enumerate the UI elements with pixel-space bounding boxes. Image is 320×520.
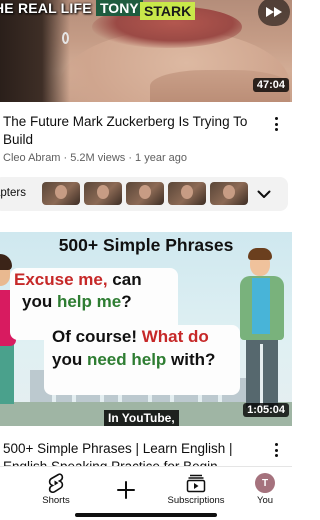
text-with: with? [166,350,216,369]
text-what-do: What do [141,327,209,346]
text-need-help: need help [86,350,167,369]
more-options-button[interactable] [268,440,284,460]
thumbnail-text-line-3: Of course! What do [52,327,209,347]
subscriptions-icon [186,474,206,493]
thumbnail-text-line-1: Excuse me, can [14,270,142,290]
text-help-me: help me [56,292,122,311]
video-duration-badge: 47:04 [252,78,289,92]
nav-shorts[interactable]: Shorts [38,467,74,520]
thumbnail-text-line-4: you need help with? [52,350,215,370]
chapter-thumbnail[interactable] [126,182,164,205]
bottom-navigation-bar: Shorts Subscriptions T You [0,466,292,520]
kebab-dot [274,128,278,131]
text-you-2: you [52,350,87,369]
nav-subscriptions-label: Subscriptions [167,495,225,506]
text-can: can [107,270,142,289]
thumbnail-caption-stark: STARK [140,2,196,20]
chapters-expand-button[interactable] [252,184,276,204]
home-indicator[interactable] [75,513,217,517]
character-left-hair [0,254,12,270]
character-right-shirt [252,278,270,334]
nav-shorts-label: Shorts [42,495,70,506]
avatar: T [255,473,275,493]
fast-forward-icon [266,7,282,17]
video-thumbnail-2[interactable]: 500+ Simple Phrases Excuse me, can you h… [0,232,292,426]
text-you: you [22,292,57,311]
chapter-thumbnail[interactable] [84,182,122,205]
video-thumbnail-1[interactable]: HE REAL LIFE TONY STARK 47:04 [0,0,292,102]
kebab-dot [274,443,278,446]
closed-caption: In YouTube, [104,410,179,426]
thumbnail-caption-tony: TONY [96,0,143,16]
video-meta: Cleo Abram · 5.2M views · 1 year ago [3,152,188,164]
chapter-thumbnail[interactable] [168,182,206,205]
character-right [246,338,278,408]
plus-icon [117,481,135,499]
text-of-course: Of course! [52,327,142,346]
chapter-thumbnail[interactable] [210,182,248,205]
more-options-button[interactable] [268,114,284,134]
kebab-dot [274,122,278,126]
shorts-icon [48,473,64,493]
thumbnail-earring [62,32,69,44]
kebab-dot [274,448,278,452]
thumbnail-caption-real-life: HE REAL LIFE [0,0,92,16]
chapters-strip[interactable]: apters [0,177,288,211]
chevron-down-icon [257,190,271,198]
thumbnail-heading: 500+ Simple Phrases [58,235,234,255]
character-left [0,344,14,404]
kebab-dot [274,117,278,120]
fast-forward-button[interactable] [258,0,290,26]
video-title[interactable]: The Future Mark Zuckerberg Is Trying To … [3,113,261,149]
nav-you-label: You [256,495,274,506]
chapter-thumbnail[interactable] [42,182,80,205]
text-excuse-me: Excuse me, [14,270,108,289]
kebab-dot [274,454,278,457]
text-question-mark: ? [121,292,132,311]
chapters-label: apters [0,187,26,199]
video-duration-badge: 1:05:04 [243,403,289,417]
nav-you[interactable]: T You [250,467,280,520]
thumbnail-text-line-2: you help me? [22,292,132,312]
